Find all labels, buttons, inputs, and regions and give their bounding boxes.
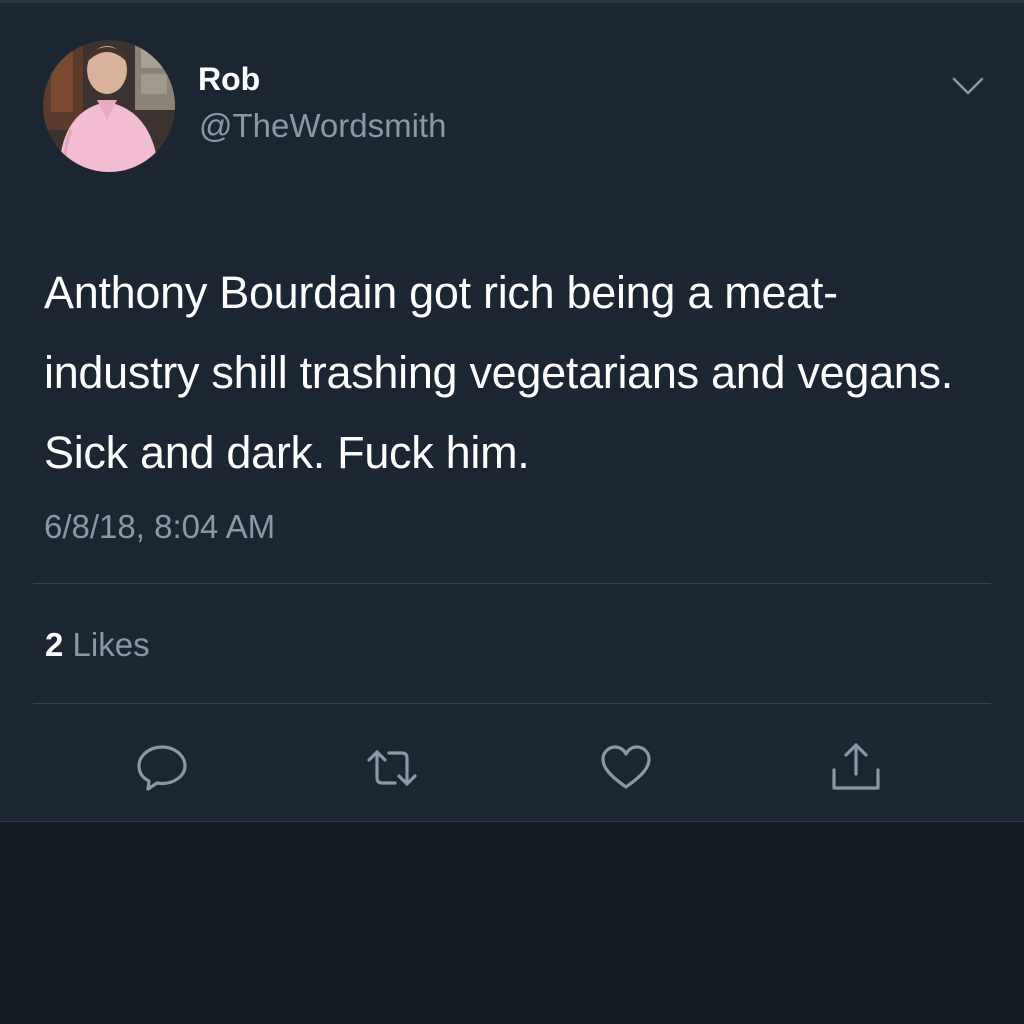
divider <box>33 583 991 584</box>
share-icon <box>832 743 880 790</box>
reply-button[interactable] <box>134 740 190 796</box>
share-button[interactable] <box>828 740 884 796</box>
retweet-icon <box>367 750 417 786</box>
likes-stat[interactable]: 2 Likes <box>45 625 150 665</box>
reply-icon <box>137 745 187 791</box>
tweet-text: Anthony Bourdain got rich being a meat-i… <box>44 267 953 478</box>
avatar[interactable] <box>43 40 175 172</box>
like-button[interactable] <box>598 740 654 796</box>
avatar-photo <box>43 40 175 172</box>
tweet-timestamp: 6/8/18, 8:04 AM <box>44 508 276 545</box>
tweet-card: Rob @TheWordsmith Anthony Bourdain got r… <box>0 0 1024 822</box>
like-icon <box>601 745 651 789</box>
chevron-down-icon[interactable] <box>948 71 988 101</box>
author-handle[interactable]: @TheWordsmith <box>199 106 446 146</box>
likes-count: 2 <box>45 626 64 663</box>
retweet-button[interactable] <box>364 740 420 796</box>
author-display-name[interactable]: Rob <box>198 59 260 99</box>
divider <box>33 703 991 704</box>
likes-label: Likes <box>72 626 150 663</box>
